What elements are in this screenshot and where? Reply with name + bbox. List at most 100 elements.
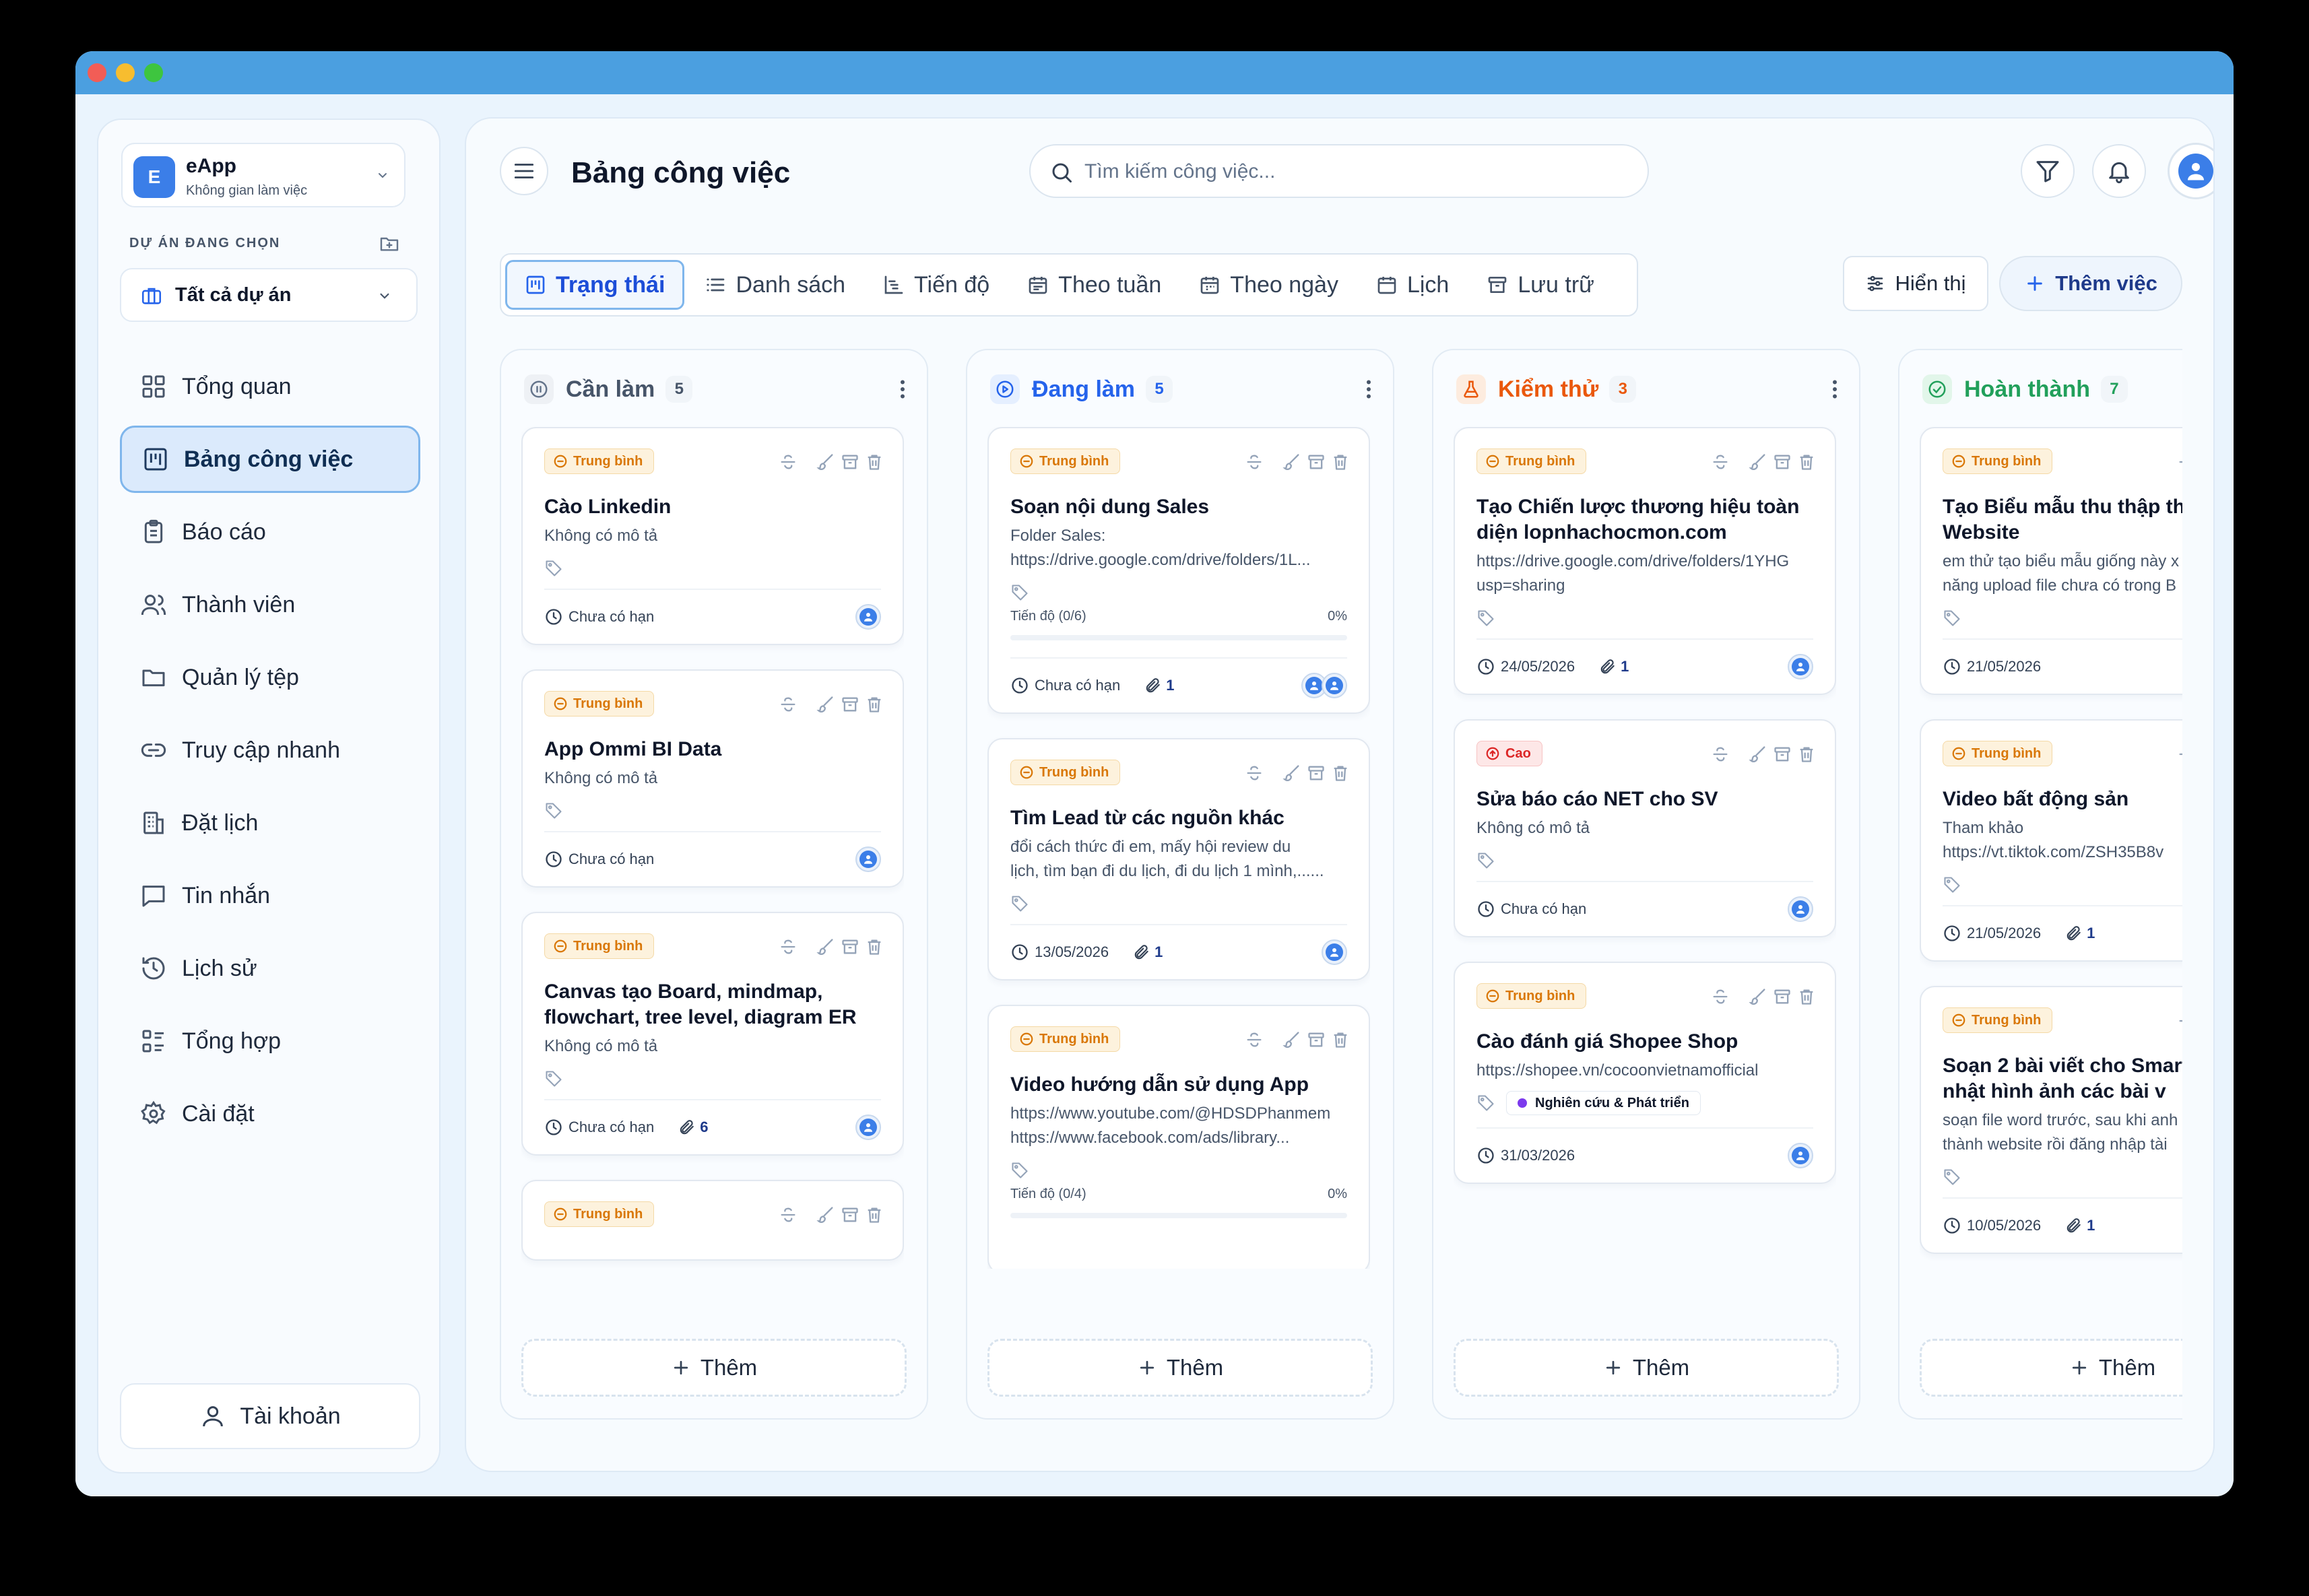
maximize-window-button[interactable] bbox=[144, 63, 163, 82]
strikethrough-icon[interactable] bbox=[779, 1205, 798, 1224]
add-card-button[interactable]: Thêm bbox=[987, 1339, 1373, 1397]
sidebar-item-files[interactable]: Quản lý tệp bbox=[120, 644, 420, 711]
assignee-avatar[interactable] bbox=[855, 846, 881, 872]
strikethrough-icon[interactable] bbox=[1711, 745, 1730, 764]
strikethrough-icon[interactable] bbox=[1711, 453, 1730, 471]
task-card[interactable]: Trung bình Tạo Biểu mẫu thu thập thông ti… bbox=[1920, 427, 2182, 695]
strikethrough-icon[interactable] bbox=[1245, 1030, 1264, 1049]
paintbrush-icon[interactable] bbox=[1282, 453, 1301, 471]
sidebar-item-summary[interactable]: Tổng hợp bbox=[120, 1007, 420, 1075]
strikethrough-icon[interactable] bbox=[1711, 987, 1730, 1006]
paintbrush-icon[interactable] bbox=[1749, 453, 1767, 471]
strikethrough-icon[interactable] bbox=[779, 937, 798, 956]
attachment-count[interactable]: 1 bbox=[2065, 925, 2095, 942]
project-selector[interactable]: Tất cả dự án bbox=[120, 268, 418, 322]
sidebar-item-members[interactable]: Thành viên bbox=[120, 571, 420, 638]
assignee-avatar[interactable] bbox=[1788, 654, 1813, 679]
attachment-count[interactable]: 1 bbox=[1599, 658, 1629, 675]
paintbrush-icon[interactable] bbox=[816, 453, 835, 471]
task-card[interactable]: Cao Sửa báo cáo NET cho SV Không có mô tả C… bbox=[1454, 719, 1836, 937]
paintbrush-icon[interactable] bbox=[1749, 745, 1767, 764]
task-card[interactable]: Trung bình Tạo Chiến lược thương hiệu toà… bbox=[1454, 427, 1836, 695]
task-card[interactable]: Trung bình Canvas tạo Board, mindmap, flo… bbox=[521, 912, 904, 1156]
sidebar-item-settings[interactable]: Cài đặt bbox=[120, 1080, 420, 1148]
archive-icon[interactable] bbox=[1773, 453, 1792, 471]
notification-button[interactable] bbox=[2092, 144, 2146, 198]
trash-icon[interactable] bbox=[865, 1205, 884, 1224]
add-card-button[interactable]: Thêm bbox=[1454, 1339, 1839, 1397]
task-card[interactable]: Trung bình Video hướng dẫn sử dụng App htt… bbox=[987, 1005, 1370, 1269]
filter-button[interactable] bbox=[2021, 144, 2075, 198]
assignee-avatar[interactable] bbox=[855, 1115, 881, 1140]
task-card[interactable]: Trung bình Video bất động sản Tham khảo htt… bbox=[1920, 719, 2182, 962]
strikethrough-icon[interactable] bbox=[779, 453, 798, 471]
archive-icon[interactable] bbox=[1773, 745, 1792, 764]
sidebar-item-messages[interactable]: Tin nhắn bbox=[120, 862, 420, 929]
task-card[interactable]: Trung bình Soạn 2 bài viết cho SmartB cập… bbox=[1920, 986, 2182, 1254]
archive-icon[interactable] bbox=[1307, 1030, 1326, 1049]
minimize-window-button[interactable] bbox=[116, 63, 135, 82]
assignee-avatar[interactable] bbox=[1788, 1143, 1813, 1168]
tab-calendar[interactable]: Lịch bbox=[1359, 260, 1466, 310]
archive-icon[interactable] bbox=[841, 1205, 859, 1224]
task-card[interactable]: Trung bình App Ommi BI Data Không có mô tả… bbox=[521, 669, 904, 888]
attachment-count[interactable]: 6 bbox=[678, 1119, 709, 1136]
strikethrough-icon[interactable] bbox=[2177, 453, 2182, 471]
tab-progress[interactable]: Tiến độ bbox=[866, 260, 1007, 310]
archive-icon[interactable] bbox=[841, 453, 859, 471]
account-button[interactable]: Tài khoản bbox=[120, 1383, 420, 1449]
tab-daily[interactable]: Theo ngày bbox=[1181, 260, 1356, 310]
add-task-button[interactable]: Thêm việc bbox=[1999, 256, 2182, 311]
trash-icon[interactable] bbox=[1797, 745, 1816, 764]
attachment-count[interactable]: 1 bbox=[2065, 1217, 2095, 1234]
task-card[interactable]: Trung bình Cào đánh giá Shopee Shop https:… bbox=[1454, 962, 1836, 1184]
trash-icon[interactable] bbox=[865, 937, 884, 956]
user-avatar-button[interactable] bbox=[2168, 143, 2213, 199]
sidebar-item-booking[interactable]: Đặt lịch bbox=[120, 789, 420, 857]
attachment-count[interactable]: 1 bbox=[1144, 677, 1175, 694]
sidebar-item-history[interactable]: Lịch sử bbox=[120, 935, 420, 1002]
sidebar-item-reports[interactable]: Báo cáo bbox=[120, 498, 420, 566]
task-card[interactable]: Trung bình bbox=[521, 1180, 904, 1261]
assignee-avatar[interactable] bbox=[1788, 896, 1813, 922]
assignee-avatar[interactable] bbox=[1322, 939, 1347, 965]
archive-icon[interactable] bbox=[1307, 453, 1326, 471]
tab-list[interactable]: Danh sách bbox=[687, 260, 863, 310]
folder-add-icon[interactable] bbox=[379, 233, 400, 255]
archive-icon[interactable] bbox=[1307, 764, 1326, 783]
paintbrush-icon[interactable] bbox=[816, 1205, 835, 1224]
display-options-button[interactable]: Hiển thị bbox=[1843, 256, 1988, 311]
paintbrush-icon[interactable] bbox=[816, 937, 835, 956]
trash-icon[interactable] bbox=[865, 695, 884, 714]
task-card[interactable]: Trung bình Cào Linkedin Không có mô tả Chưa… bbox=[521, 427, 904, 645]
paintbrush-icon[interactable] bbox=[1749, 987, 1767, 1006]
strikethrough-icon[interactable] bbox=[1245, 764, 1264, 783]
paintbrush-icon[interactable] bbox=[1282, 1030, 1301, 1049]
workspace-switcher[interactable]: E eApp Không gian làm việc bbox=[121, 143, 405, 207]
strikethrough-icon[interactable] bbox=[2177, 1011, 2182, 1030]
tab-status[interactable]: Trạng thái bbox=[505, 260, 685, 310]
task-card[interactable]: Trung bình Tìm Lead từ các nguồn khác đổi … bbox=[987, 738, 1370, 980]
trash-icon[interactable] bbox=[865, 453, 884, 471]
trash-icon[interactable] bbox=[1331, 764, 1350, 783]
more-vertical-icon[interactable] bbox=[1823, 377, 1847, 401]
strikethrough-icon[interactable] bbox=[779, 695, 798, 714]
tab-archive[interactable]: Lưu trữ bbox=[1469, 260, 1612, 310]
more-vertical-icon[interactable] bbox=[1357, 377, 1381, 401]
task-card[interactable]: Trung bình Soạn nội dung Sales Folder Sale… bbox=[987, 427, 1370, 714]
trash-icon[interactable] bbox=[1797, 987, 1816, 1006]
trash-icon[interactable] bbox=[1797, 453, 1816, 471]
archive-icon[interactable] bbox=[841, 695, 859, 714]
close-window-button[interactable] bbox=[88, 63, 106, 82]
paintbrush-icon[interactable] bbox=[1282, 764, 1301, 783]
sidebar-item-overview[interactable]: Tổng quan bbox=[120, 353, 420, 420]
archive-icon[interactable] bbox=[841, 937, 859, 956]
trash-icon[interactable] bbox=[1331, 1030, 1350, 1049]
add-card-button[interactable]: Thêm bbox=[1920, 1339, 2182, 1397]
search-input[interactable] bbox=[1084, 155, 1623, 189]
more-vertical-icon[interactable] bbox=[890, 377, 915, 401]
add-card-button[interactable]: Thêm bbox=[521, 1339, 907, 1397]
strikethrough-icon[interactable] bbox=[2177, 745, 2182, 764]
attachment-count[interactable]: 1 bbox=[1133, 943, 1163, 961]
assignee-avatar[interactable] bbox=[855, 604, 881, 630]
